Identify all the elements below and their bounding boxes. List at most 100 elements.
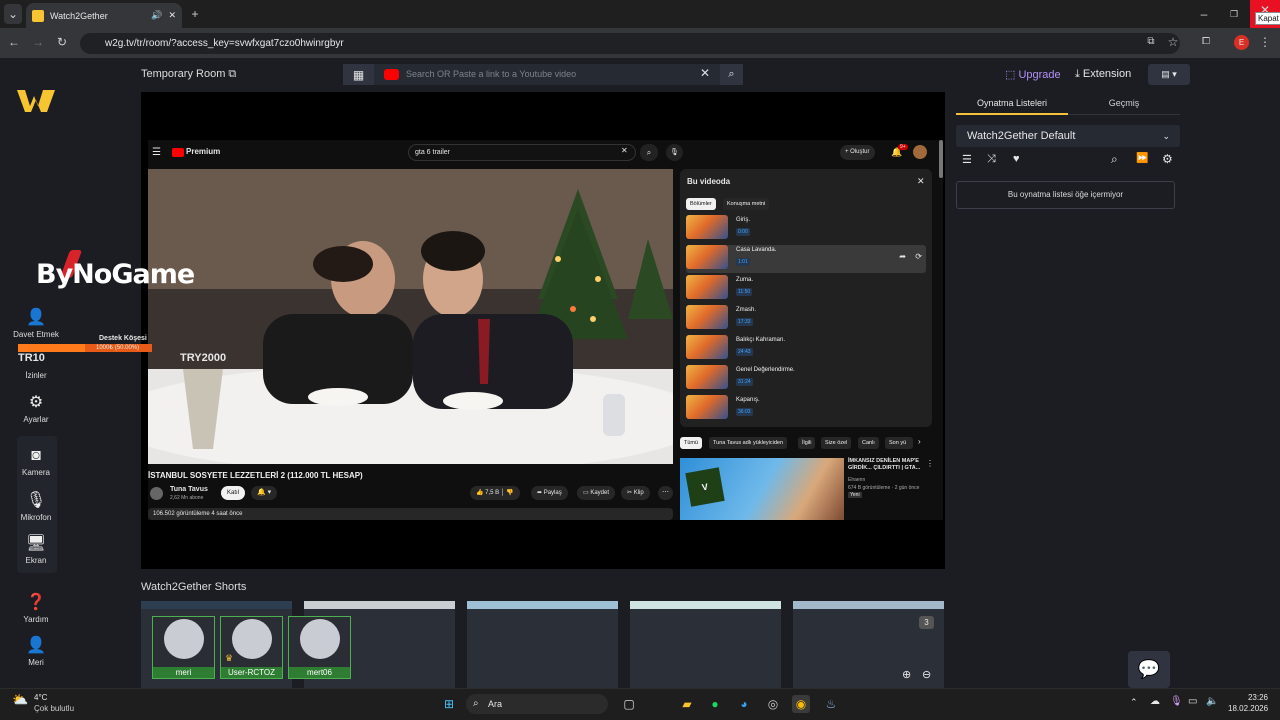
chrome-icon[interactable]: ◉: [792, 695, 810, 713]
chapters-tab[interactable]: Bölümler: [686, 198, 716, 210]
chapter-item[interactable]: Casa Lavanda. 1:01 ➦ ⟳: [686, 245, 926, 273]
clock-date[interactable]: 18.02.2026: [1228, 704, 1268, 713]
extensions-icon[interactable]: ⧠: [1198, 32, 1214, 52]
chapter-item[interactable]: Genel Değerlendirme. 31:24: [686, 365, 926, 393]
edge-icon[interactable]: ◕: [735, 695, 753, 713]
reload-icon[interactable]: ↻: [54, 32, 70, 52]
tray-mic-icon[interactable]: 🎙: [1170, 696, 1183, 707]
yt-avatar[interactable]: [913, 145, 927, 159]
profile-avatar[interactable]: E: [1234, 35, 1249, 50]
task-view-icon[interactable]: ▢: [620, 695, 638, 713]
taskbar-search[interactable]: ⌕ Ara: [466, 694, 608, 714]
chapter-item[interactable]: Zmash. 17:33: [686, 305, 926, 333]
filter-recent[interactable]: Son yü: [885, 437, 913, 449]
weather-desc[interactable]: Çok bulutlu: [34, 704, 74, 713]
filter-live[interactable]: Canlı: [858, 437, 879, 449]
short-card[interactable]: [630, 601, 781, 688]
file-explorer-icon[interactable]: ▰: [678, 695, 696, 713]
new-tab-button[interactable]: +: [186, 4, 204, 24]
apps-grid-button[interactable]: ▦: [343, 64, 374, 85]
weather-temp[interactable]: 4°C: [34, 693, 47, 702]
share-button[interactable]: ➦ Paylaş: [531, 486, 568, 500]
tab-playlists[interactable]: Oynatma Listeleri: [956, 93, 1068, 115]
tab-list-button[interactable]: ⌄: [4, 4, 22, 24]
short-card[interactable]: [467, 601, 618, 688]
permissions-button[interactable]: İzinler: [0, 371, 72, 380]
transcript-tab[interactable]: Konuşma metni: [723, 198, 770, 210]
user-tile[interactable]: mert06: [288, 616, 351, 679]
bookmark-star-icon[interactable]: ☆: [1165, 32, 1181, 52]
user-tile[interactable]: meri: [152, 616, 215, 679]
join-button[interactable]: Katıl: [221, 486, 246, 500]
yt-menu-icon[interactable]: ☰: [152, 147, 161, 158]
filter-for-you[interactable]: Size özel: [821, 437, 852, 449]
scrollbar[interactable]: [939, 140, 943, 178]
channel-avatar[interactable]: [150, 487, 163, 500]
restore-button[interactable]: ❐: [1224, 4, 1244, 24]
subscribe-bell-button[interactable]: 🔔 ▾: [251, 486, 278, 500]
user-tile[interactable]: ♛ User-RCTOZ: [220, 616, 283, 679]
chapter-item[interactable]: Kapanış. 36:03: [686, 395, 926, 423]
volume-icon[interactable]: 🔈: [1206, 696, 1218, 707]
app-icon[interactable]: ◎: [764, 695, 782, 713]
close-tab-icon[interactable]: ✕: [168, 10, 176, 21]
back-icon[interactable]: ←: [6, 32, 22, 52]
help-button[interactable]: ❓ Yardım: [0, 592, 72, 624]
steam-icon[interactable]: ♨: [822, 695, 840, 713]
recommended-channel[interactable]: Elraenn: [848, 477, 865, 483]
camera-button[interactable]: ◙ Kamera: [0, 447, 72, 477]
extension-link[interactable]: ⤓ Extension: [1075, 68, 1131, 81]
invite-button[interactable]: 👤 Davet Etmek: [0, 307, 72, 339]
tab-history[interactable]: Geçmiş: [1068, 93, 1180, 115]
weather-icon[interactable]: ⛅: [12, 692, 28, 708]
tray-chevron-icon[interactable]: ⌃: [1130, 697, 1138, 708]
chapter-item[interactable]: Zuma. 11:50: [686, 275, 926, 303]
share-icon[interactable]: ➦: [899, 252, 906, 261]
recommended-title[interactable]: İMKANSIZ DENİLEN MAP'E GİRDİK... ÇILDIRT…: [848, 458, 924, 472]
clip-button[interactable]: ✂ Klip: [621, 486, 650, 500]
pills-next-icon[interactable]: ›: [918, 437, 921, 446]
address-bar[interactable]: w2g.tv/tr/room/?access_key=svwfxgat7czo0…: [80, 33, 1180, 54]
yt-search-input[interactable]: gta 6 trailer: [408, 144, 636, 161]
save-button[interactable]: ▭ Kaydet: [577, 486, 616, 500]
spotify-icon[interactable]: ●: [706, 695, 724, 713]
speaker-icon[interactable]: 🔊: [151, 10, 162, 21]
search-button[interactable]: ⌕: [720, 64, 743, 85]
repeat-icon[interactable]: ⟳: [915, 252, 922, 261]
yt-search-icon[interactable]: ⌕: [640, 144, 658, 161]
zoom-in-icon[interactable]: ⊕: [902, 668, 911, 681]
channel-name[interactable]: Tuna Tavus: [170, 486, 208, 493]
forward-icon[interactable]: →: [30, 32, 46, 52]
cast-icon[interactable]: ⧉: [1143, 32, 1159, 52]
screen-share-button[interactable]: 🖥 Ekran: [0, 533, 72, 565]
search-icon[interactable]: ⌕: [1111, 152, 1118, 167]
views-info[interactable]: 106.502 görüntüleme 4 saat önce: [148, 508, 673, 520]
settings-button[interactable]: ⚙ Ayarlar: [0, 392, 72, 424]
network-icon[interactable]: ▭: [1188, 696, 1197, 707]
playlist-select[interactable]: Watch2Gether Default ⌄: [956, 125, 1180, 147]
yt-create-button[interactable]: + Oluştur: [840, 145, 875, 160]
chapter-item[interactable]: Balıkçı Kahraman. 24:43: [686, 335, 926, 363]
search-input[interactable]: Search OR Paste a link to a Youtube vide…: [406, 69, 576, 79]
shuffle-icon[interactable]: ⤨: [987, 153, 996, 166]
onedrive-icon[interactable]: ☁: [1150, 696, 1160, 707]
recommended-thumbnail[interactable]: V: [680, 458, 844, 520]
gear-icon[interactable]: ⚙: [1162, 152, 1173, 166]
minimize-button[interactable]: –: [1194, 4, 1214, 24]
w2g-logo[interactable]: [17, 88, 55, 114]
menu-kebab-icon[interactable]: ⋮: [1258, 32, 1272, 52]
microphone-button[interactable]: 🎙 Mikrofon: [0, 490, 72, 522]
browser-tab[interactable]: Watch2Gether 🔊 ✕: [26, 3, 182, 28]
chapter-item[interactable]: Giriş. 0:00: [686, 215, 926, 243]
filter-related[interactable]: İlgili: [798, 437, 816, 449]
video-frame[interactable]: [148, 169, 673, 464]
filter-all[interactable]: Tümü: [680, 437, 703, 449]
list-icon[interactable]: ☰: [962, 153, 972, 166]
clock-time[interactable]: 23:26: [1244, 693, 1268, 702]
language-dropdown[interactable]: ▤ ▾: [1148, 64, 1190, 85]
clear-search-icon[interactable]: ✕: [700, 66, 710, 80]
like-button[interactable]: 👍 7,5 B │ 👎: [470, 486, 520, 500]
heart-icon[interactable]: ♥: [1013, 153, 1020, 165]
close-chapters-icon[interactable]: ✕: [917, 176, 925, 187]
copy-icon[interactable]: ⧉: [228, 68, 236, 80]
